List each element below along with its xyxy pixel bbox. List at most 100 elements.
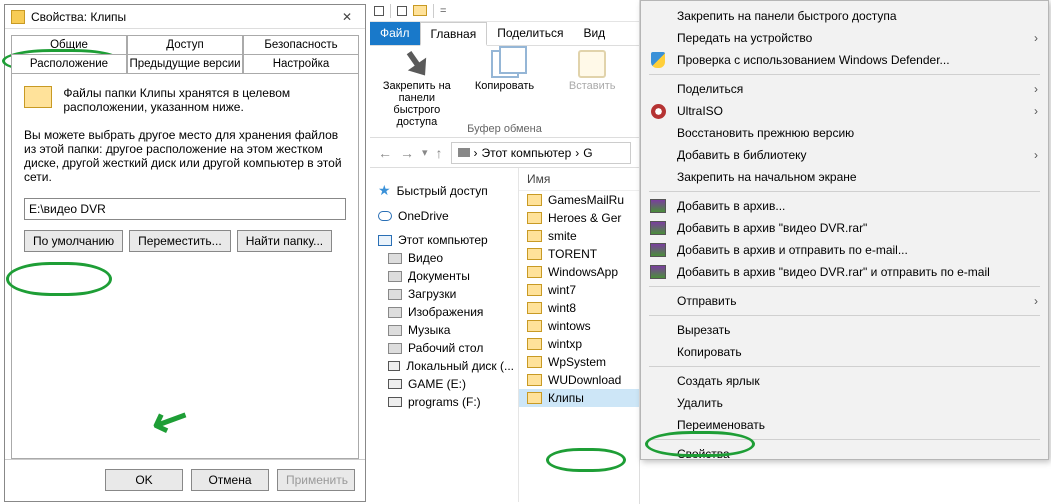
ctx-rar-add-named[interactable]: Добавить в архив "видео DVR.rar" xyxy=(641,217,1048,239)
ribbon-copy[interactable]: Копировать xyxy=(464,50,546,128)
list-item[interactable]: Клипы xyxy=(519,389,639,407)
list-item[interactable]: TORENT xyxy=(519,245,639,263)
cancel-button[interactable]: Отмена xyxy=(191,469,269,491)
list-item[interactable]: wintows xyxy=(519,317,639,335)
ctx-cut[interactable]: Вырезать xyxy=(641,319,1048,341)
ctx-ultraiso[interactable]: UltraISO› xyxy=(641,100,1048,122)
column-header-name[interactable]: Имя xyxy=(519,168,639,191)
ctx-send-device[interactable]: Передать на устройство› xyxy=(641,27,1048,49)
file-name: wint7 xyxy=(548,283,576,297)
breadcrumb[interactable]: › Этот компьютер › G xyxy=(451,142,631,164)
ribbon-pin-quick[interactable]: Закрепить на панели быстрого доступа xyxy=(376,50,458,128)
file-name: GamesMailRu xyxy=(548,193,624,207)
qat-placeholder-icon[interactable] xyxy=(374,6,384,16)
list-item[interactable]: wint8 xyxy=(519,299,639,317)
annotation-arrow: ↙ xyxy=(143,389,198,451)
nav-desktop[interactable]: Рабочий стол xyxy=(370,339,518,357)
list-item[interactable]: smite xyxy=(519,227,639,245)
tab-previous[interactable]: Предыдущие версии xyxy=(127,54,243,73)
ctx-library[interactable]: Добавить в библиотеку› xyxy=(641,144,1048,166)
separator xyxy=(433,4,434,18)
ctx-rar-add[interactable]: Добавить в архив... xyxy=(641,195,1048,217)
separator xyxy=(649,191,1040,192)
ctx-pin-start[interactable]: Закрепить на начальном экране xyxy=(641,166,1048,188)
winrar-icon xyxy=(650,221,666,235)
ctx-pin-quick[interactable]: Закрепить на панели быстрого доступа xyxy=(641,5,1048,27)
move-button[interactable]: Переместить... xyxy=(129,230,231,252)
ribbon: Закрепить на панели быстрого доступа Коп… xyxy=(370,46,639,138)
explorer-window: = Файл Главная Поделиться Вид Закрепить … xyxy=(370,0,640,504)
breadcrumb-root[interactable]: Этот компьютер xyxy=(482,146,572,160)
drive-icon xyxy=(388,361,400,371)
tab-location[interactable]: Расположение xyxy=(11,54,127,73)
ctx-shortcut[interactable]: Создать ярлык xyxy=(641,370,1048,392)
ctx-rar-mail-named[interactable]: Добавить в архив "видео DVR.rar" и отпра… xyxy=(641,261,1048,283)
list-item[interactable]: WUDownload xyxy=(519,371,639,389)
ctx-defender[interactable]: Проверка с использованием Windows Defend… xyxy=(641,49,1048,71)
menu-view[interactable]: Вид xyxy=(573,22,615,45)
nav-cdrive[interactable]: Локальный диск (... xyxy=(370,357,518,375)
list-item[interactable]: WindowsApp xyxy=(519,263,639,281)
restore-default-button[interactable]: По умолчанию xyxy=(24,230,123,252)
nav-up-icon[interactable]: ↑ xyxy=(436,145,443,161)
menu-home[interactable]: Главная xyxy=(420,22,488,46)
nav-history-icon[interactable]: ▾ xyxy=(422,146,428,159)
tab-security[interactable]: Безопасность xyxy=(243,35,359,54)
list-item[interactable]: wint7 xyxy=(519,281,639,299)
apply-button[interactable]: Применить xyxy=(277,469,355,491)
menu-bar: Файл Главная Поделиться Вид xyxy=(370,22,639,46)
qat-properties-icon[interactable] xyxy=(397,6,407,16)
nav-images[interactable]: Изображения xyxy=(370,303,518,321)
list-item[interactable]: wintxp xyxy=(519,335,639,353)
list-item[interactable]: Heroes & Ger xyxy=(519,209,639,227)
ctx-copy[interactable]: Копировать xyxy=(641,341,1048,363)
list-item[interactable]: WpSystem xyxy=(519,353,639,371)
ctx-rename[interactable]: Переименовать xyxy=(641,414,1048,436)
ctx-rar-mail[interactable]: Добавить в архив и отправить по e-mail..… xyxy=(641,239,1048,261)
file-name: TORENT xyxy=(548,247,597,261)
qat-dropdown-icon[interactable]: = xyxy=(440,5,446,17)
close-icon[interactable]: ✕ xyxy=(335,10,359,24)
properties-dialog: Свойства: Клипы ✕ Общие Доступ Безопасно… xyxy=(4,4,366,502)
ok-button[interactable]: OK xyxy=(105,469,183,491)
breadcrumb-sep: › xyxy=(575,146,579,160)
folder-icon xyxy=(527,356,542,368)
nav-fwd-icon[interactable]: → xyxy=(400,145,414,161)
tab-strip: Общие Доступ Безопасность Расположение П… xyxy=(11,35,359,459)
ctx-share[interactable]: Поделиться› xyxy=(641,78,1048,100)
folder-icon xyxy=(388,325,402,336)
location-path-input[interactable] xyxy=(24,198,346,220)
nav-music[interactable]: Музыка xyxy=(370,321,518,339)
ultraiso-icon xyxy=(651,104,666,119)
nav-thispc[interactable]: Этот компьютер xyxy=(370,231,518,249)
ctx-properties[interactable]: Свойства xyxy=(641,443,1048,465)
file-name: smite xyxy=(548,229,577,243)
ribbon-group-label: Буфер обмена xyxy=(370,123,639,135)
ctx-send[interactable]: Отправить› xyxy=(641,290,1048,312)
list-item[interactable]: GamesMailRu xyxy=(519,191,639,209)
nav-onedrive[interactable]: OneDrive xyxy=(370,207,518,225)
tab-general[interactable]: Общие xyxy=(11,35,127,54)
menu-file[interactable]: Файл xyxy=(370,22,420,45)
ctx-restore[interactable]: Восстановить прежнюю версию xyxy=(641,122,1048,144)
nav-docs[interactable]: Документы xyxy=(370,267,518,285)
breadcrumb-drive[interactable]: G xyxy=(583,146,592,160)
dialog-footer: OK Отмена Применить xyxy=(5,459,365,499)
ctx-delete[interactable]: Удалить xyxy=(641,392,1048,414)
folder-icon xyxy=(527,392,542,404)
nav-quick-access[interactable]: ★Быстрый доступ xyxy=(370,180,518,201)
menu-share[interactable]: Поделиться xyxy=(487,22,573,45)
nav-fdrive[interactable]: programs (F:) xyxy=(370,393,518,411)
tab-customize[interactable]: Настройка xyxy=(243,54,359,73)
folder-icon xyxy=(388,343,402,354)
tab-access[interactable]: Доступ xyxy=(127,35,243,54)
folder-icon xyxy=(527,302,542,314)
tab-body: Файлы папки Клипы хранятся в целевом рас… xyxy=(11,73,359,459)
nav-edrive[interactable]: GAME (E:) xyxy=(370,375,518,393)
nav-back-icon[interactable]: ← xyxy=(378,145,392,161)
find-folder-button[interactable]: Найти папку... xyxy=(237,230,332,252)
nav-video[interactable]: Видео xyxy=(370,249,518,267)
ribbon-paste: Вставить xyxy=(551,50,633,128)
qat-newfolder-icon[interactable] xyxy=(413,5,427,16)
nav-downloads[interactable]: Загрузки xyxy=(370,285,518,303)
